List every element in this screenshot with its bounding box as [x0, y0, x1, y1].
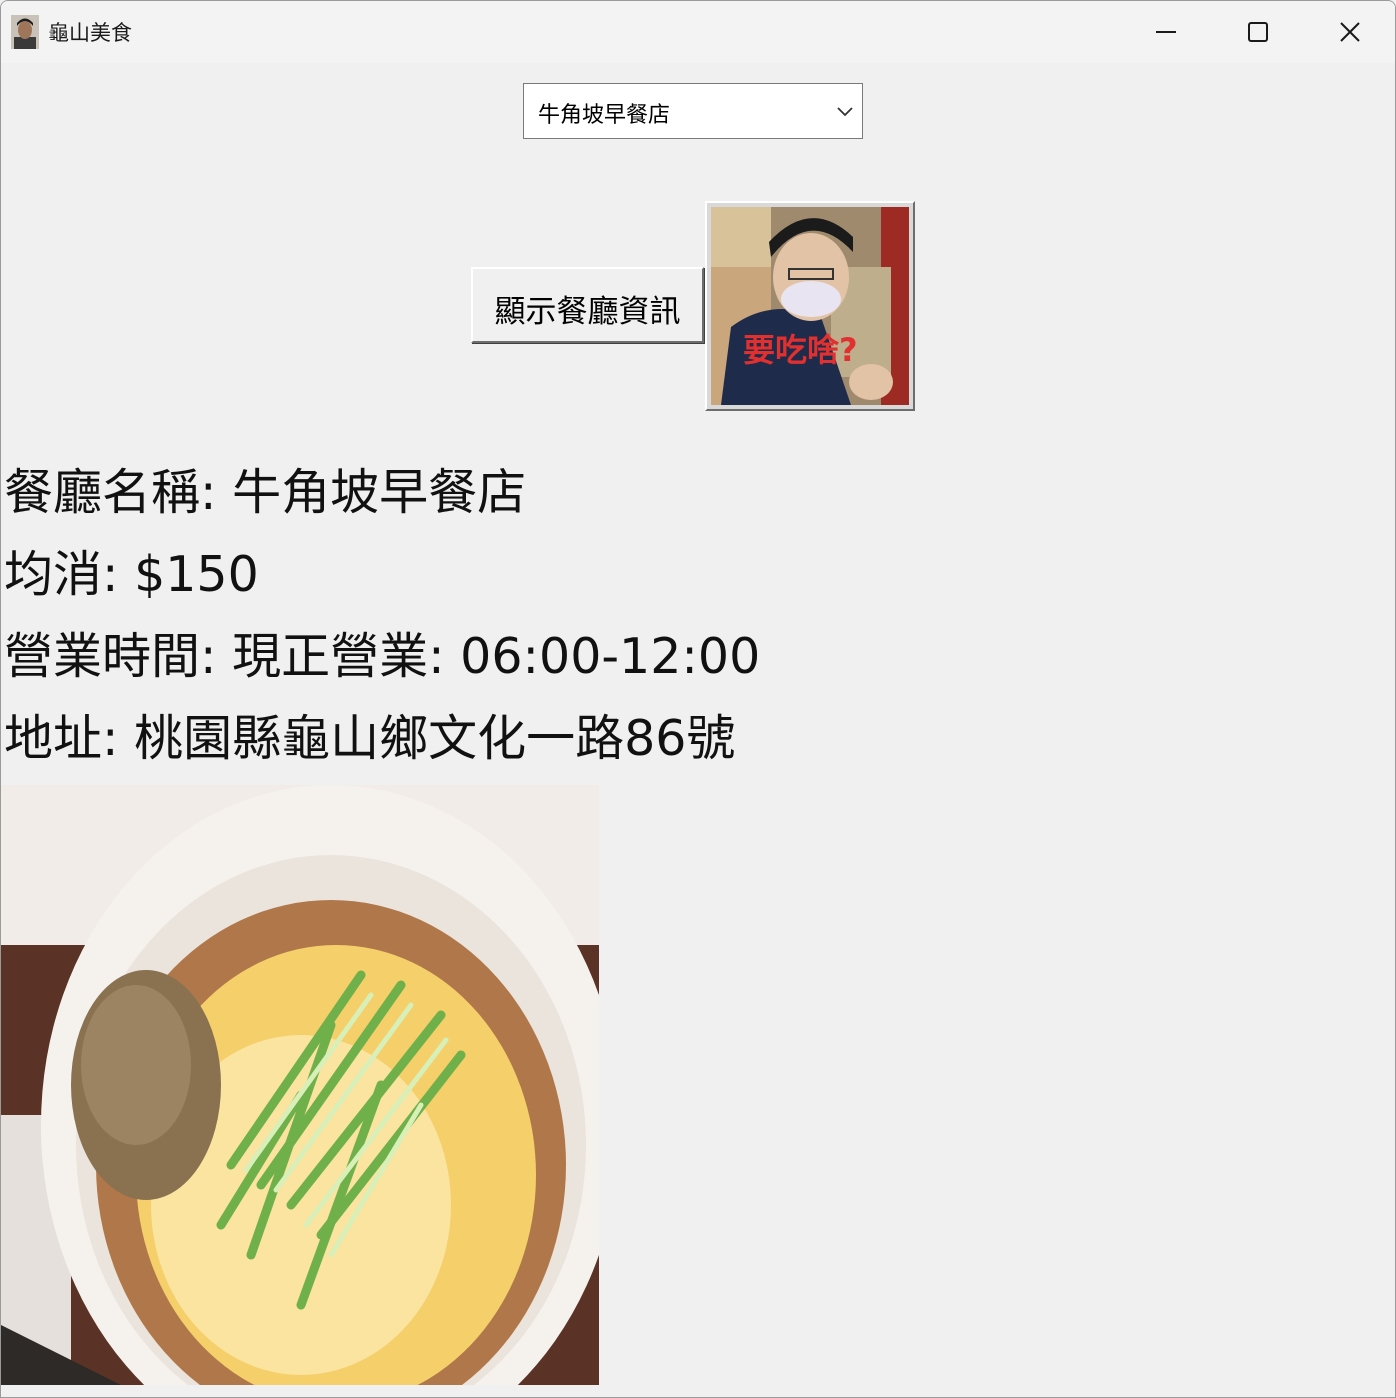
chevron-down-icon — [837, 107, 853, 117]
app-window: 龜山美食 牛角坡早餐店 顯示餐廳資訊 要吃啥? 餐廳名稱: 牛角坡早餐店 均消:… — [0, 0, 1396, 1398]
food-photo — [1, 785, 599, 1385]
show-restaurant-info-button[interactable]: 顯示餐廳資訊 — [471, 267, 704, 343]
minimize-button[interactable] — [1119, 1, 1211, 63]
address-text: 地址: 桃園縣龜山鄉文化一路86號 — [4, 710, 736, 767]
app-person-icon — [11, 15, 39, 49]
restaurant-name-text: 餐廳名稱: 牛角坡早餐店 — [4, 464, 527, 521]
opening-hours-text: 營業時間: 現正營業: 06:00-12:00 — [4, 628, 761, 685]
restaurant-select-value: 牛角坡早餐店 — [538, 103, 671, 128]
photo-caption: 要吃啥? — [743, 331, 858, 369]
restaurant-select[interactable]: 牛角坡早餐店 — [523, 83, 863, 139]
close-icon — [1340, 22, 1360, 42]
title-bar[interactable]: 龜山美食 — [1, 1, 1395, 63]
close-button[interactable] — [1303, 1, 1395, 63]
show-restaurant-info-label: 顯示餐廳資訊 — [494, 294, 681, 330]
average-price-text: 均消: $150 — [4, 546, 259, 603]
minimize-icon — [1156, 31, 1176, 33]
window-title: 龜山美食 — [48, 21, 132, 45]
person-photo: 要吃啥? — [711, 207, 909, 405]
random-pick-photo-button[interactable]: 要吃啥? — [705, 201, 915, 411]
maximize-button[interactable] — [1211, 1, 1303, 63]
maximize-icon — [1248, 22, 1268, 42]
